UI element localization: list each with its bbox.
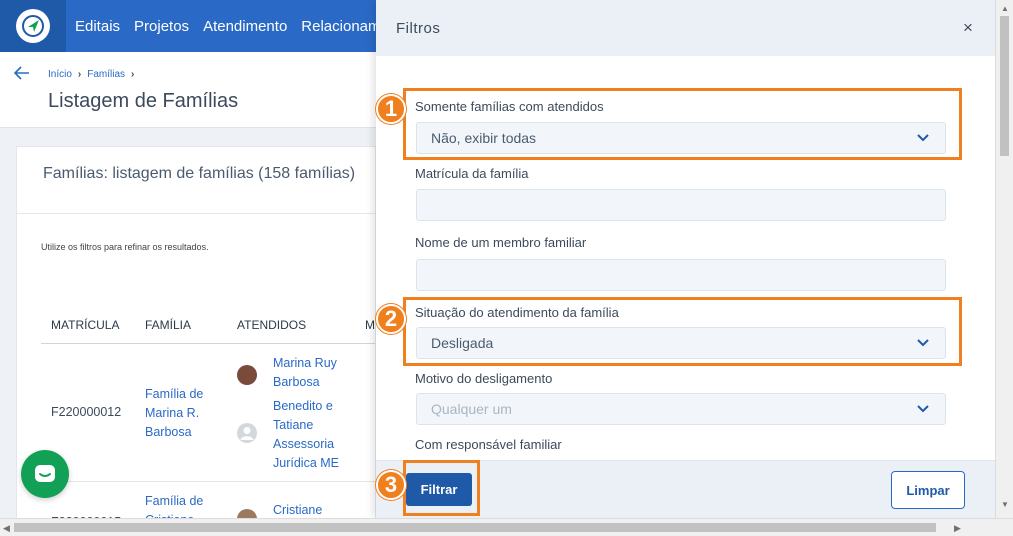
limpar-button[interactable]: Limpar <box>891 471 965 509</box>
breadcrumb: Início › Famílias › <box>48 69 134 80</box>
page-title: Listagem de Famílias <box>48 90 239 112</box>
nav-item-editais[interactable]: Editais <box>75 18 120 35</box>
attendee-link-line: Assessoria <box>273 437 335 451</box>
chat-button[interactable] <box>21 450 69 498</box>
logo-icon <box>16 9 50 43</box>
card-title: Famílias: listagem de famílias (158 famí… <box>43 165 356 182</box>
back-arrow-icon[interactable] <box>14 66 30 80</box>
nav-item-atendimento[interactable]: Atendimento <box>203 18 287 35</box>
attendee-link-line: Benedito e <box>273 399 333 413</box>
column-familia[interactable]: FAMÍLIA <box>145 318 191 332</box>
matricula-label: Matrícula da família <box>415 166 529 181</box>
scroll-down-icon[interactable]: ▼ <box>1001 500 1009 509</box>
membro-input[interactable] <box>416 259 946 291</box>
divider <box>41 343 375 344</box>
family-link-line: Marina R. <box>145 406 200 420</box>
nav-item-projetos[interactable]: Projetos <box>134 18 189 35</box>
divider <box>17 213 375 214</box>
attendee-link-line: Marina Ruy <box>273 356 337 370</box>
matricula-input[interactable] <box>416 189 946 221</box>
attendee-link-line: Tatiane <box>273 418 314 432</box>
column-atendidos[interactable]: ATENDIDOS <box>237 318 306 332</box>
breadcrumb-familias[interactable]: Famílias <box>87 69 125 80</box>
motivo-select-placeholder: Qualquer um <box>431 401 512 417</box>
scroll-right-icon[interactable]: ▶ <box>954 523 961 534</box>
step-badge-1: 1 <box>376 94 406 124</box>
panel-title: Filtros <box>396 20 441 37</box>
avatar <box>237 423 257 443</box>
panel-header: Filtros × <box>376 0 1013 56</box>
family-link-line: Barbosa <box>145 425 192 439</box>
scroll-left-icon[interactable]: ◀ <box>3 523 10 534</box>
highlight-box-2 <box>403 297 962 366</box>
app-logo[interactable] <box>0 0 66 52</box>
scrollbar-thumb[interactable] <box>14 523 936 532</box>
main-nav: Editais Projetos Atendimento Relacionam <box>75 0 381 52</box>
page-header: Início › Famílias › Listagem de Famílias <box>0 52 376 128</box>
column-m[interactable]: M <box>365 318 375 332</box>
page-horizontal-scrollbar[interactable]: ◀ ▶ <box>0 518 1013 536</box>
attendee-link-line: Jurídica ME <box>273 456 339 470</box>
close-icon[interactable]: × <box>963 18 973 38</box>
filter-hint: Utilize os filtros para refinar os resul… <box>41 242 209 252</box>
chevron-down-icon <box>917 405 929 413</box>
responsavel-label: Com responsável familiar <box>415 437 562 452</box>
scroll-up-icon[interactable]: ▲ <box>1001 4 1009 13</box>
avatar <box>237 365 257 385</box>
breadcrumb-inicio[interactable]: Início <box>48 69 72 80</box>
step-badge-3: 3 <box>376 470 406 500</box>
motivo-select[interactable]: Qualquer um <box>416 393 946 425</box>
attendee-link[interactable]: Marina Ruy Barbosa <box>273 354 337 392</box>
family-link-line: Família de <box>145 387 204 401</box>
highlight-box-3 <box>403 460 480 516</box>
motivo-label: Motivo do desligamento <box>415 371 553 386</box>
column-matricula[interactable]: MATRÍCULA <box>51 318 119 332</box>
cell-matricula: F220000012 <box>51 405 122 419</box>
divider <box>41 481 375 482</box>
membro-label: Nome de um membro familiar <box>415 235 587 250</box>
filters-panel: Filtros × Somente famílias com atendidos… <box>376 0 1013 518</box>
nav-item-relacionamento[interactable]: Relacionam <box>301 18 380 35</box>
breadcrumb-separator-icon: › <box>131 69 135 80</box>
attendee-link[interactable]: Benedito e Tatiane Assessoria Jurídica M… <box>273 397 339 473</box>
family-link-line: Família de <box>145 494 204 508</box>
highlight-box-1 <box>403 88 962 160</box>
page-vertical-scrollbar[interactable]: ▲ ▼ <box>995 0 1013 518</box>
chat-icon <box>35 465 55 482</box>
scrollbar-thumb[interactable] <box>1000 16 1009 156</box>
families-card: Famílias: listagem de famílias (158 famí… <box>16 146 376 536</box>
step-badge-2: 2 <box>376 304 406 334</box>
breadcrumb-separator-icon: › <box>77 69 82 80</box>
attendee-link-line: Barbosa <box>273 375 320 389</box>
user-placeholder-icon <box>240 427 254 440</box>
family-link[interactable]: Família de Marina R. Barbosa <box>145 385 203 442</box>
